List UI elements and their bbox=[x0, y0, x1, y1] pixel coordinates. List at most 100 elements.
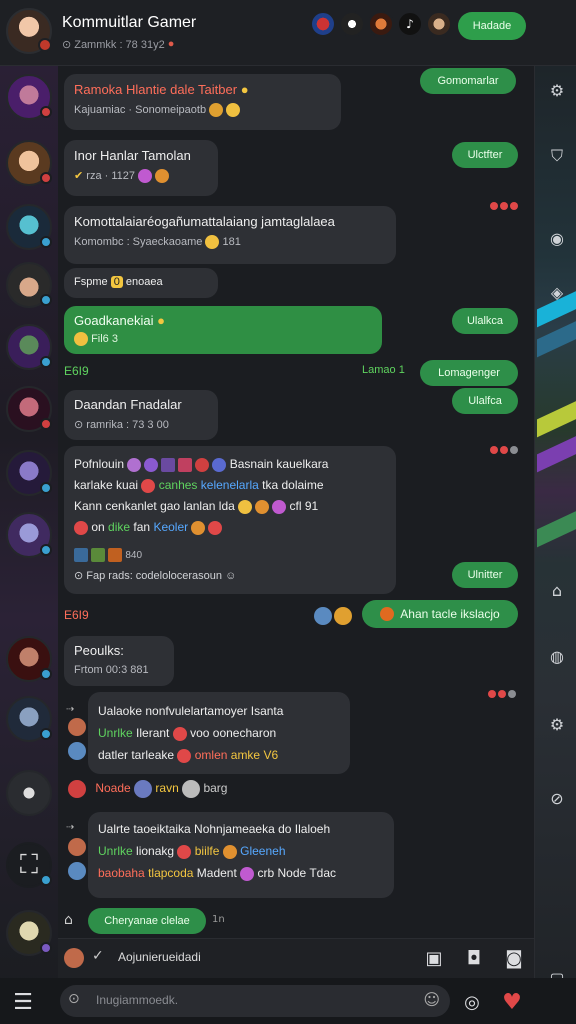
member-avatar[interactable] bbox=[6, 770, 52, 816]
gallery-icon[interactable]: ▣ bbox=[420, 944, 448, 972]
chat-header: Kommuitlar Gamer ⊙ Zammkk : 78 31y2 ● ♪ H… bbox=[0, 0, 576, 66]
message-input[interactable]: ⊙ Inugiammoedk. ☺ bbox=[60, 985, 450, 1017]
member-avatar[interactable] bbox=[6, 140, 52, 186]
message-bubble[interactable]: Komottalaiaréogañumattalaiang jamtaglala… bbox=[64, 206, 396, 264]
emoji bbox=[209, 103, 224, 117]
channel-icon[interactable]: ⛶ bbox=[6, 842, 52, 888]
outgoing-bubble[interactable]: Ulalfca bbox=[452, 388, 518, 414]
inline-badge: 0 bbox=[110, 276, 123, 288]
member-avatar[interactable] bbox=[426, 11, 452, 37]
emoji bbox=[205, 235, 220, 249]
message-bubble[interactable]: Inor Hanlar Tamolan ✔ rza · 1127 bbox=[64, 140, 218, 196]
message-sender: Ramoka Hlantie dale Taitber bbox=[74, 82, 238, 97]
message-text: dike bbox=[108, 520, 131, 534]
thread-line: datler tarleake omlen amke V6 bbox=[98, 744, 340, 766]
message-meta-text: Kajuamiac · Sonomeipaotb bbox=[74, 103, 207, 116]
message-text: Tdac bbox=[309, 866, 337, 880]
outgoing-bubble[interactable]: Ulalkca bbox=[452, 308, 518, 334]
emoji-row bbox=[191, 520, 223, 535]
message-line: 840 bbox=[74, 544, 386, 566]
outgoing-bubble[interactable]: Gomomarlar bbox=[420, 68, 516, 94]
thread-footer: Noade ravn barg bbox=[68, 780, 227, 798]
message-text: Gleeneh bbox=[240, 844, 286, 858]
emoji bbox=[74, 332, 88, 346]
message-bubble[interactable]: Pofnlouin Basnain kauelkara karlake kuai… bbox=[64, 446, 396, 594]
member-avatar[interactable] bbox=[6, 204, 52, 250]
sticker-button-icon[interactable]: ◎ bbox=[458, 988, 486, 1016]
tree-icon[interactable]: ⌂ bbox=[545, 578, 569, 602]
dot bbox=[488, 690, 496, 698]
message-text: Fap rads: codelolocerasoun bbox=[86, 570, 223, 582]
member-avatar[interactable] bbox=[6, 74, 52, 120]
member-avatar[interactable] bbox=[310, 11, 336, 37]
thread-title: Ualaoke nonfvulelartamoyer Isanta bbox=[98, 704, 284, 718]
thread-avatar[interactable] bbox=[68, 862, 86, 880]
header-action-button[interactable]: Hadade bbox=[458, 12, 526, 40]
heart-icon[interactable]: ♥ bbox=[498, 988, 526, 1016]
home-icon[interactable]: ⌂ bbox=[64, 912, 73, 928]
member-avatar[interactable] bbox=[6, 910, 52, 956]
mic-icon[interactable]: ◙ bbox=[500, 944, 528, 972]
reaction-avatar[interactable] bbox=[314, 607, 332, 625]
message-bubble[interactable]: Daandan Fnadalar ⊙ ramrika : 73 3 00 bbox=[64, 390, 218, 440]
member-avatar[interactable] bbox=[6, 450, 52, 496]
message-text: on bbox=[91, 520, 105, 534]
member-avatar[interactable] bbox=[368, 11, 394, 37]
chat-app: ✕ ⚙ ⛉ ◉ ◈ ⌂ ◍ ⚙ ⊘ ▢ Kommuitlar Gamer ⊙Za… bbox=[0, 0, 576, 1024]
profile-icon[interactable]: ◉ bbox=[545, 226, 569, 250]
emoji bbox=[91, 547, 105, 562]
emoji bbox=[68, 780, 86, 798]
member-avatar[interactable] bbox=[6, 696, 52, 742]
message-bubble[interactable]: Peoulks: Frtom 00:3 881 bbox=[64, 636, 174, 686]
emoji bbox=[161, 457, 176, 472]
shield-icon[interactable]: ⛉ bbox=[545, 144, 569, 168]
thread-bubble[interactable]: Ualaoke nonfvulelartamoyer Isanta Unrlke… bbox=[88, 692, 350, 774]
message-bubble-highlighted[interactable]: Goadkanekiai ● Fil6 3 bbox=[64, 306, 382, 354]
thread-line: Unrlke lionakg biilfe Gleeneh bbox=[98, 840, 384, 862]
thread-avatar[interactable] bbox=[68, 718, 86, 736]
settings-icon[interactable]: ⚙ bbox=[545, 78, 569, 102]
outgoing-bubble[interactable]: Cheryanae clelae bbox=[88, 908, 206, 934]
avatar-small-icon[interactable]: ◍ bbox=[545, 644, 569, 668]
thread-bubble[interactable]: Ualrte taoeiktaika Nohnjameaeka do Ilalo… bbox=[88, 812, 394, 898]
message-text: omlen bbox=[194, 748, 228, 762]
message-bubble[interactable]: Fspme 0 enoaea bbox=[64, 268, 218, 298]
emoji: ● bbox=[240, 82, 249, 97]
emoji bbox=[74, 520, 88, 535]
outgoing-bubble[interactable]: Lomagenger bbox=[420, 360, 518, 386]
search-icon: ⊙ bbox=[68, 991, 80, 1007]
emoji bbox=[222, 844, 237, 859]
dot bbox=[508, 690, 516, 698]
outgoing-bubble[interactable]: Ahan tacle ikslacjo bbox=[362, 600, 518, 628]
message-count: 181 bbox=[222, 235, 241, 248]
message-meta-text: Frtom 00:3 881 bbox=[74, 664, 149, 676]
member-avatar[interactable] bbox=[6, 262, 52, 308]
mute-icon[interactable]: ⊘ bbox=[545, 786, 569, 810]
tiktok-icon[interactable]: ♪ bbox=[397, 11, 423, 37]
thread-line: baobaha tlapcoda Madent crb Node Tdac bbox=[98, 862, 384, 884]
status-tag: E6I9 bbox=[64, 364, 89, 378]
message-meta: Fil6 3 bbox=[74, 332, 372, 346]
member-avatar[interactable] bbox=[6, 386, 52, 432]
message-line: karlake kuai canhes kelenelarla tka dola… bbox=[74, 475, 386, 496]
reaction-avatar[interactable] bbox=[334, 607, 352, 625]
member-avatar[interactable] bbox=[6, 636, 52, 682]
member-avatar[interactable] bbox=[339, 11, 365, 37]
member-avatar[interactable] bbox=[6, 512, 52, 558]
status-dot bbox=[40, 668, 52, 680]
menu-icon[interactable]: ☰ bbox=[9, 988, 37, 1016]
thread-avatar[interactable] bbox=[68, 742, 86, 760]
badge-icon[interactable]: ◈ bbox=[545, 280, 569, 304]
message-bubble[interactable]: Ramoka Hlantie dale Taitber ● Kajuamiac … bbox=[64, 74, 341, 130]
message-text: cfl bbox=[289, 499, 302, 513]
thread-avatar[interactable] bbox=[68, 838, 86, 856]
outgoing-bubble[interactable]: Ulnitter bbox=[452, 562, 518, 588]
member-avatar[interactable] bbox=[6, 324, 52, 370]
gear-icon[interactable]: ⚙ bbox=[545, 712, 569, 736]
outgoing-bubble[interactable]: Ulctfter bbox=[452, 142, 518, 168]
camera-icon[interactable]: ◘ bbox=[460, 944, 488, 972]
reply-avatar[interactable] bbox=[64, 948, 84, 968]
group-avatar[interactable] bbox=[6, 8, 52, 54]
emoji-row bbox=[74, 547, 122, 562]
emoji-picker-icon[interactable]: ☺ bbox=[423, 990, 440, 1009]
